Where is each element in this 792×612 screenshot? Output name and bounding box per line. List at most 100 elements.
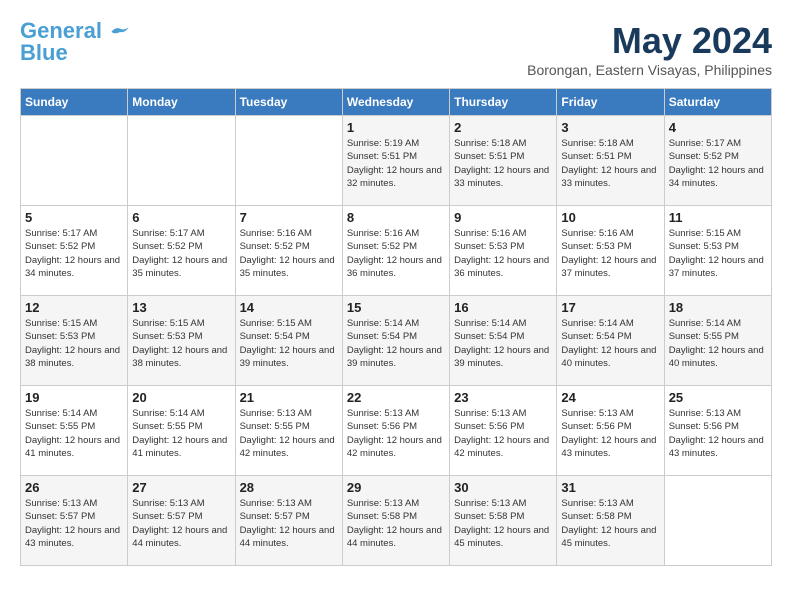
cell-content: Sunrise: 5:19 AM Sunset: 5:51 PM Dayligh… xyxy=(347,137,445,190)
calendar-cell: 18 Sunrise: 5:14 AM Sunset: 5:55 PM Dayli… xyxy=(664,296,771,386)
weekday-header: Friday xyxy=(557,89,664,116)
day-number: 31 xyxy=(561,480,659,495)
calendar-cell: 8Sunrise: 5:16 AM Sunset: 5:52 PM Daylig… xyxy=(342,206,449,296)
day-number: 23 xyxy=(454,390,552,405)
calendar-cell: 1 Sunrise: 5:19 AM Sunset: 5:51 PM Daylig… xyxy=(342,116,449,206)
cell-content: Sunrise: 5:14 AM Sunset: 5:55 PM Dayligh… xyxy=(132,407,230,460)
day-number: 19 xyxy=(25,390,123,405)
calendar-cell: 16 Sunrise: 5:14 AM Sunset: 5:54 PM Dayli… xyxy=(450,296,557,386)
calendar-cell: 23 Sunrise: 5:13 AM Sunset: 5:56 PM Dayli… xyxy=(450,386,557,476)
cell-content: Sunrise: 5:13 AM Sunset: 5:58 PM Dayligh… xyxy=(454,497,552,550)
calendar-week-row: 19 Sunrise: 5:14 AM Sunset: 5:55 PM Dayli… xyxy=(21,386,772,476)
logo-line2: Blue xyxy=(20,42,68,64)
cell-content: Sunrise: 5:15 AM Sunset: 5:53 PM Dayligh… xyxy=(25,317,123,370)
day-number: 18 xyxy=(669,300,767,315)
page-header: General Blue May 2024 Borongan, Eastern … xyxy=(20,20,772,78)
day-number: 11 xyxy=(669,210,767,225)
day-number: 17 xyxy=(561,300,659,315)
day-number: 24 xyxy=(561,390,659,405)
weekday-header: Thursday xyxy=(450,89,557,116)
calendar-cell: 29Sunrise: 5:13 AM Sunset: 5:58 PM Dayli… xyxy=(342,476,449,566)
day-number: 22 xyxy=(347,390,445,405)
cell-content: Sunrise: 5:18 AM Sunset: 5:51 PM Dayligh… xyxy=(454,137,552,190)
title-section: May 2024 Borongan, Eastern Visayas, Phil… xyxy=(527,20,772,78)
calendar-cell: 31Sunrise: 5:13 AM Sunset: 5:58 PM Dayli… xyxy=(557,476,664,566)
calendar-cell xyxy=(21,116,128,206)
month-title: May 2024 xyxy=(527,20,772,62)
day-number: 2 xyxy=(454,120,552,135)
calendar-cell: 9Sunrise: 5:16 AM Sunset: 5:53 PM Daylig… xyxy=(450,206,557,296)
calendar-cell: 30 Sunrise: 5:13 AM Sunset: 5:58 PM Dayli… xyxy=(450,476,557,566)
cell-content: Sunrise: 5:14 AM Sunset: 5:54 PM Dayligh… xyxy=(454,317,552,370)
cell-content: Sunrise: 5:16 AM Sunset: 5:53 PM Dayligh… xyxy=(561,227,659,280)
day-number: 30 xyxy=(454,480,552,495)
day-number: 7 xyxy=(240,210,338,225)
calendar-cell: 21Sunrise: 5:13 AM Sunset: 5:55 PM Dayli… xyxy=(235,386,342,476)
cell-content: Sunrise: 5:13 AM Sunset: 5:56 PM Dayligh… xyxy=(561,407,659,460)
calendar-cell xyxy=(235,116,342,206)
calendar-cell xyxy=(128,116,235,206)
day-number: 1 xyxy=(347,120,445,135)
cell-content: Sunrise: 5:17 AM Sunset: 5:52 PM Dayligh… xyxy=(132,227,230,280)
cell-content: Sunrise: 5:15 AM Sunset: 5:53 PM Dayligh… xyxy=(669,227,767,280)
calendar-cell: 17 Sunrise: 5:14 AM Sunset: 5:54 PM Dayli… xyxy=(557,296,664,386)
day-number: 10 xyxy=(561,210,659,225)
calendar-cell: 12 Sunrise: 5:15 AM Sunset: 5:53 PM Dayli… xyxy=(21,296,128,386)
day-number: 5 xyxy=(25,210,123,225)
weekday-header: Saturday xyxy=(664,89,771,116)
calendar-week-row: 5 Sunrise: 5:17 AM Sunset: 5:52 PM Daylig… xyxy=(21,206,772,296)
cell-content: Sunrise: 5:14 AM Sunset: 5:54 PM Dayligh… xyxy=(561,317,659,370)
weekday-header: Monday xyxy=(128,89,235,116)
calendar-cell: 6 Sunrise: 5:17 AM Sunset: 5:52 PM Daylig… xyxy=(128,206,235,296)
cell-content: Sunrise: 5:17 AM Sunset: 5:52 PM Dayligh… xyxy=(25,227,123,280)
cell-content: Sunrise: 5:13 AM Sunset: 5:57 PM Dayligh… xyxy=(25,497,123,550)
cell-content: Sunrise: 5:13 AM Sunset: 5:56 PM Dayligh… xyxy=(454,407,552,460)
calendar-cell: 20 Sunrise: 5:14 AM Sunset: 5:55 PM Dayli… xyxy=(128,386,235,476)
cell-content: Sunrise: 5:13 AM Sunset: 5:57 PM Dayligh… xyxy=(240,497,338,550)
day-number: 3 xyxy=(561,120,659,135)
cell-content: Sunrise: 5:17 AM Sunset: 5:52 PM Dayligh… xyxy=(669,137,767,190)
calendar-cell: 7 Sunrise: 5:16 AM Sunset: 5:52 PM Daylig… xyxy=(235,206,342,296)
day-number: 28 xyxy=(240,480,338,495)
day-number: 14 xyxy=(240,300,338,315)
cell-content: Sunrise: 5:13 AM Sunset: 5:56 PM Dayligh… xyxy=(669,407,767,460)
calendar-cell: 14 Sunrise: 5:15 AM Sunset: 5:54 PM Dayli… xyxy=(235,296,342,386)
cell-content: Sunrise: 5:15 AM Sunset: 5:54 PM Dayligh… xyxy=(240,317,338,370)
calendar-cell: 2 Sunrise: 5:18 AM Sunset: 5:51 PM Daylig… xyxy=(450,116,557,206)
cell-content: Sunrise: 5:16 AM Sunset: 5:52 PM Dayligh… xyxy=(240,227,338,280)
day-number: 15 xyxy=(347,300,445,315)
cell-content: Sunrise: 5:18 AM Sunset: 5:51 PM Dayligh… xyxy=(561,137,659,190)
cell-content: Sunrise: 5:13 AM Sunset: 5:56 PM Dayligh… xyxy=(347,407,445,460)
calendar-cell: 25 Sunrise: 5:13 AM Sunset: 5:56 PM Dayli… xyxy=(664,386,771,476)
cell-content: Sunrise: 5:15 AM Sunset: 5:53 PM Dayligh… xyxy=(132,317,230,370)
day-number: 25 xyxy=(669,390,767,405)
calendar-cell: 15Sunrise: 5:14 AM Sunset: 5:54 PM Dayli… xyxy=(342,296,449,386)
cell-content: Sunrise: 5:13 AM Sunset: 5:55 PM Dayligh… xyxy=(240,407,338,460)
day-number: 12 xyxy=(25,300,123,315)
logo: General Blue xyxy=(20,20,130,64)
calendar-week-row: 26 Sunrise: 5:13 AM Sunset: 5:57 PM Dayli… xyxy=(21,476,772,566)
day-number: 13 xyxy=(132,300,230,315)
day-number: 9 xyxy=(454,210,552,225)
day-number: 16 xyxy=(454,300,552,315)
cell-content: Sunrise: 5:14 AM Sunset: 5:55 PM Dayligh… xyxy=(25,407,123,460)
calendar-cell: 5 Sunrise: 5:17 AM Sunset: 5:52 PM Daylig… xyxy=(21,206,128,296)
calendar-cell: 19 Sunrise: 5:14 AM Sunset: 5:55 PM Dayli… xyxy=(21,386,128,476)
day-number: 26 xyxy=(25,480,123,495)
calendar-week-row: 1 Sunrise: 5:19 AM Sunset: 5:51 PM Daylig… xyxy=(21,116,772,206)
calendar-cell: 10 Sunrise: 5:16 AM Sunset: 5:53 PM Dayli… xyxy=(557,206,664,296)
location-text: Borongan, Eastern Visayas, Philippines xyxy=(527,62,772,78)
day-number: 20 xyxy=(132,390,230,405)
calendar-cell: 24 Sunrise: 5:13 AM Sunset: 5:56 PM Dayli… xyxy=(557,386,664,476)
calendar-cell xyxy=(664,476,771,566)
calendar-cell: 22 Sunrise: 5:13 AM Sunset: 5:56 PM Dayli… xyxy=(342,386,449,476)
calendar-cell: 27 Sunrise: 5:13 AM Sunset: 5:57 PM Dayli… xyxy=(128,476,235,566)
day-number: 8 xyxy=(347,210,445,225)
calendar-cell: 26 Sunrise: 5:13 AM Sunset: 5:57 PM Dayli… xyxy=(21,476,128,566)
day-number: 27 xyxy=(132,480,230,495)
weekday-header: Sunday xyxy=(21,89,128,116)
cell-content: Sunrise: 5:14 AM Sunset: 5:55 PM Dayligh… xyxy=(669,317,767,370)
calendar-cell: 11 Sunrise: 5:15 AM Sunset: 5:53 PM Dayli… xyxy=(664,206,771,296)
cell-content: Sunrise: 5:13 AM Sunset: 5:57 PM Dayligh… xyxy=(132,497,230,550)
day-number: 6 xyxy=(132,210,230,225)
